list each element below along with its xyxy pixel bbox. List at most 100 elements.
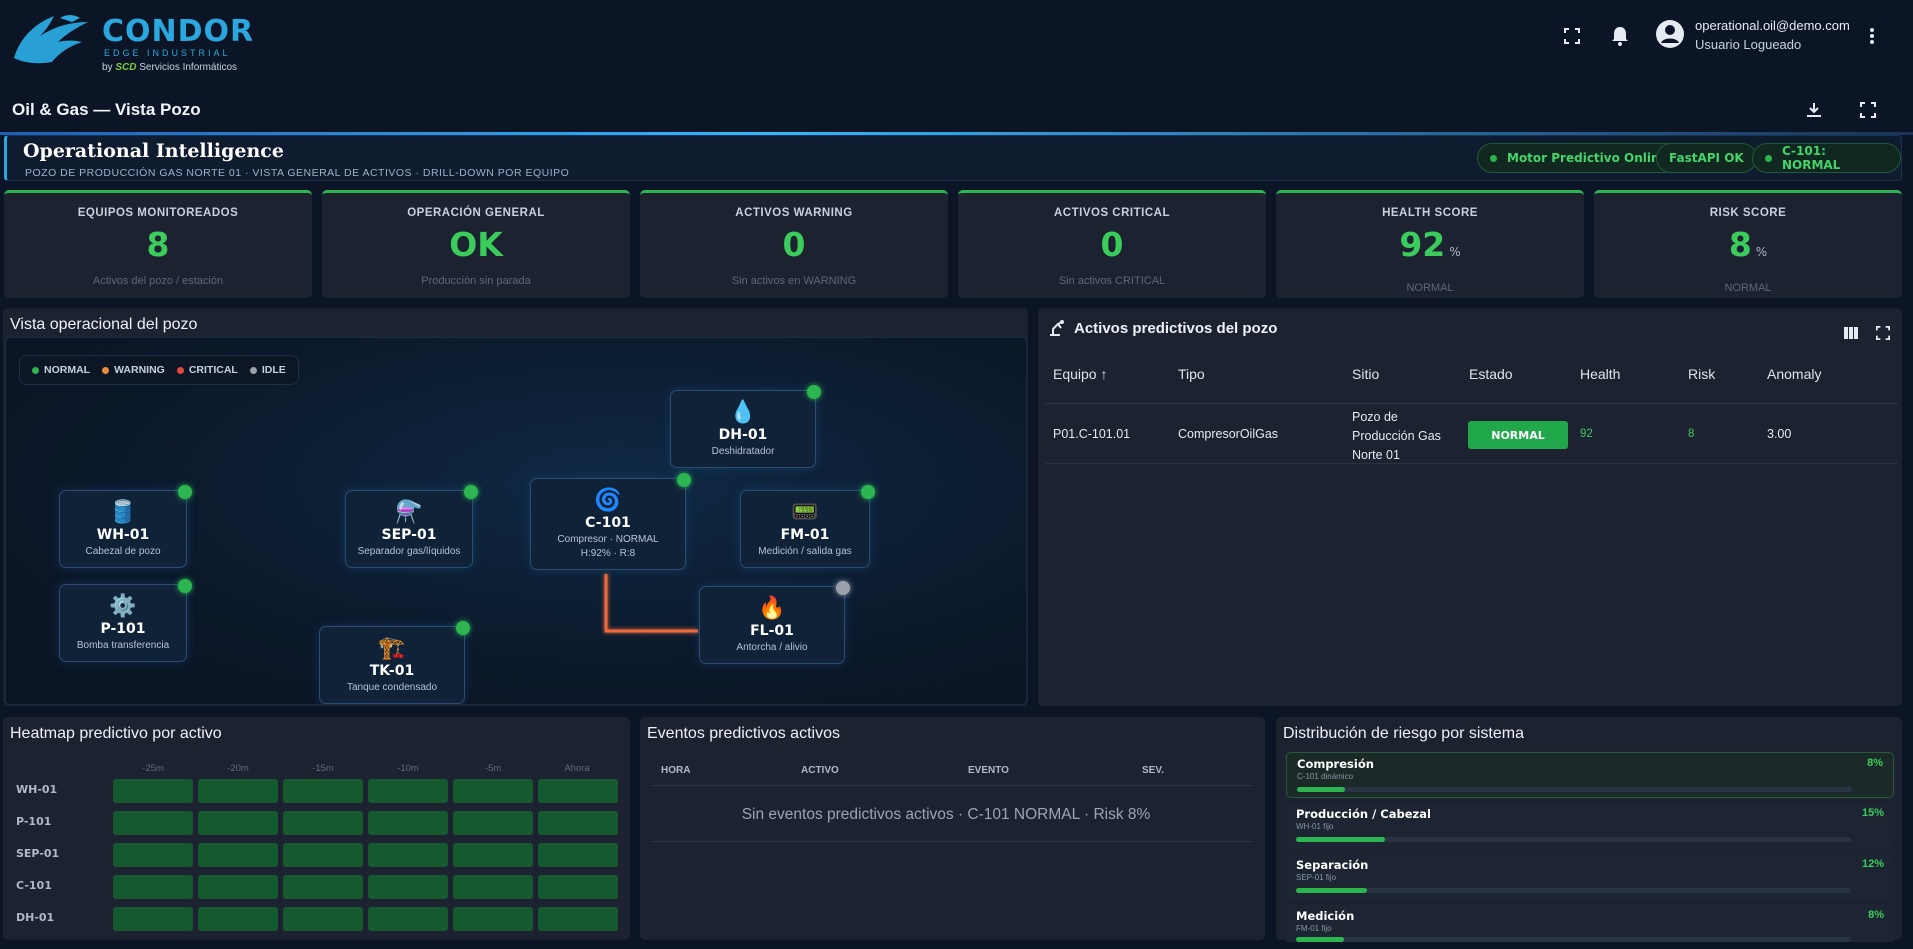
cell-health: 92 [1580, 428, 1593, 440]
kpi-sub: NORMAL [1724, 282, 1772, 294]
risk-name: Compresión [1297, 757, 1374, 771]
sort-arrow-up-icon[interactable]: ↑ [1100, 366, 1107, 382]
heatmap-cell[interactable] [113, 811, 193, 835]
heatmap-cell[interactable] [198, 843, 278, 867]
risk-item-compresion[interactable]: Compresión C-101 dinámico 8% [1286, 752, 1894, 798]
kpi-value: OK [449, 225, 503, 264]
col-health[interactable]: Health [1580, 366, 1620, 382]
table-fullscreen-icon[interactable] [1876, 326, 1890, 345]
event-col-sev: SEV. [1142, 765, 1164, 776]
kpi-value: 92% [1399, 225, 1461, 264]
heatmap-cell[interactable] [368, 875, 448, 899]
pill-c101-status: C-101: NORMAL [1752, 143, 1901, 173]
risk-value: 12% [1861, 858, 1884, 870]
heatmap-cell[interactable] [368, 843, 448, 867]
more-vert-icon[interactable] [1858, 22, 1886, 50]
kpi-label: ACTIVOS CRITICAL [1054, 207, 1170, 219]
heatmap-cell[interactable] [453, 907, 533, 931]
fullscreen-icon[interactable] [1558, 22, 1586, 50]
avatar-icon[interactable] [1654, 18, 1686, 50]
node-desc: Compresor · NORMAL [557, 534, 659, 545]
status-indicator [178, 579, 192, 593]
columns-icon[interactable] [1843, 326, 1859, 345]
node-fl-01[interactable]: 🔥 FL-01 Antorcha / alivio [699, 581, 850, 664]
event-col-activo: ACTIVO [801, 765, 839, 776]
kpi-sub: Sin activos CRITICAL [1058, 275, 1166, 287]
kpi-label: ACTIVOS WARNING [735, 207, 853, 219]
col-risk[interactable]: Risk [1688, 366, 1715, 382]
status-dot-icon [1765, 154, 1772, 162]
node-name: P-101 [100, 621, 146, 637]
heatmap-cell[interactable] [538, 843, 618, 867]
heatmap-cell[interactable] [283, 843, 363, 867]
col-sitio[interactable]: Sitio [1352, 366, 1379, 382]
heatmap-cell[interactable] [113, 779, 193, 803]
separator-icon: ⚗️ [395, 499, 423, 524]
col-anomaly[interactable]: Anomaly [1767, 366, 1821, 382]
node-p-101[interactable]: ⚙️ P-101 Bomba transferencia [59, 579, 192, 662]
node-sep-01[interactable]: ⚗️ SEP-01 Separador gas/líquidos [345, 485, 478, 568]
kpi-value: 0 [782, 225, 806, 264]
col-tipo[interactable]: Tipo [1178, 366, 1205, 382]
col-estado[interactable]: Estado [1469, 366, 1513, 382]
kpi-card: ACTIVOS WARNING 0 Sin activos en WARNING [640, 190, 948, 298]
heatmap-cell[interactable] [283, 907, 363, 931]
brand-tagline: EDGE INDUSTRIAL [104, 48, 231, 58]
heatmap-cell[interactable] [113, 907, 193, 931]
gear-icon: ⚙️ [109, 593, 137, 618]
risk-sub: FM-01 fijo [1296, 924, 1332, 933]
heatmap-cell[interactable] [453, 779, 533, 803]
heatmap-cell[interactable] [453, 843, 533, 867]
bell-icon[interactable] [1606, 22, 1634, 50]
heatmap-cell[interactable] [368, 811, 448, 835]
heatmap-cell[interactable] [538, 875, 618, 899]
node-wh-01[interactable]: 🛢️ WH-01 Cabezal de pozo [59, 485, 192, 568]
table-row[interactable]: P01.C-101.01 CompresorOilGas Pozo de Pro… [1045, 404, 1898, 464]
node-desc: Bomba transferencia [76, 640, 170, 651]
kpi-card: ACTIVOS CRITICAL 0 Sin activos CRITICAL [958, 190, 1266, 298]
heatmap-cell[interactable] [198, 811, 278, 835]
events-empty-message: Sin eventos predictivos activos · C-101 … [741, 806, 1151, 823]
heatmap-cell[interactable] [538, 811, 618, 835]
node-tk-01[interactable]: 🏗️ TK-01 Tanque condensado [319, 621, 470, 704]
risk-title: Distribución de riesgo por sistema [1283, 725, 1524, 742]
event-col-hora: HORA [661, 765, 691, 776]
assets-title: Activos predictivos del pozo [1074, 320, 1278, 337]
risk-sub: WH-01 fijo [1296, 822, 1334, 831]
oil-barrel-icon: 🛢️ [109, 499, 137, 524]
heatmap-cell[interactable] [283, 779, 363, 803]
panel-fullscreen-icon[interactable] [1854, 96, 1882, 124]
risk-item-medicion[interactable]: Medición FM-01 fijo 8% [1286, 905, 1894, 942]
heatmap-cell[interactable] [113, 843, 193, 867]
heatmap-cell[interactable] [283, 875, 363, 899]
heatmap-cell[interactable] [368, 779, 448, 803]
heatmap-cell[interactable] [453, 875, 533, 899]
heatmap-cell[interactable] [283, 811, 363, 835]
well-view-title: Vista operacional del pozo [10, 316, 198, 333]
risk-item-separacion[interactable]: Separación SEP-01 fijo 12% [1286, 854, 1894, 900]
heatmap-cell[interactable] [453, 811, 533, 835]
heatmap-cell[interactable] [198, 907, 278, 931]
user-email: operational.oil@demo.com [1695, 18, 1850, 33]
heatmap-cell[interactable] [368, 907, 448, 931]
node-c-101[interactable]: 🌀 C-101 Compresor · NORMAL H:92% · R:8 [530, 473, 691, 570]
node-desc: Tanque condensado [346, 682, 438, 693]
condor-logo[interactable]: CONDOR EDGE INDUSTRIAL by SCD Servicios … [10, 8, 253, 73]
kpi-label: HEALTH SCORE [1382, 207, 1478, 219]
node-fm-01[interactable]: 📟 FM-01 Medición / salida gas [740, 485, 875, 568]
heatmap-cell[interactable] [538, 779, 618, 803]
risk-item-produccion[interactable]: Producción / Cabezal WH-01 fijo 15% [1286, 803, 1894, 849]
kpi-card: RISK SCORE 8% NORMAL [1594, 190, 1902, 298]
risk-bar-fill [1296, 888, 1368, 893]
heatmap-cell[interactable] [198, 779, 278, 803]
heatmap-cell[interactable] [538, 907, 618, 931]
heatmap-cell[interactable] [198, 875, 278, 899]
user-role: Usuario Logueado [1695, 37, 1802, 52]
download-icon[interactable] [1800, 96, 1828, 124]
kpi-sub: Producción sin parada [421, 275, 531, 287]
node-dh-01[interactable]: 💧 DH-01 Deshidratador [670, 385, 821, 468]
condor-bird-icon [14, 15, 88, 64]
heatmap-cell[interactable] [113, 875, 193, 899]
col-equipo[interactable]: Equipo ↑ [1053, 366, 1107, 382]
tank-crane-icon: 🏗️ [378, 635, 406, 660]
